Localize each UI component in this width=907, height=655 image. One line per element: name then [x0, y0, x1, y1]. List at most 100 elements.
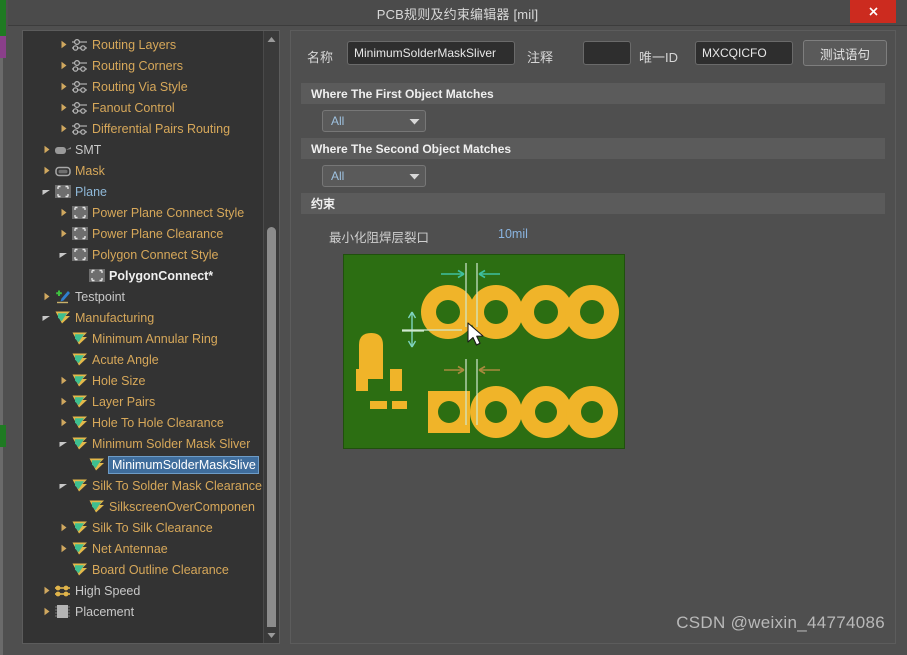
tree-scrollbar-thumb[interactable] — [267, 227, 276, 637]
chevron-right-icon[interactable] — [40, 586, 53, 595]
comment-input[interactable] — [583, 41, 631, 65]
chevron-right-icon[interactable] — [57, 523, 70, 532]
tree-item-hole-size[interactable]: Hole Size — [23, 370, 263, 391]
unique-id-input[interactable]: MXCQICFO — [695, 41, 793, 65]
tree-item-silk-to-solder-mask-clearance[interactable]: Silk To Solder Mask Clearance — [23, 475, 263, 496]
tree-item-routing-layers[interactable]: Routing Layers — [23, 34, 263, 55]
chevron-right-icon[interactable] — [57, 208, 70, 217]
tree-item-power-plane-clearance[interactable]: Power Plane Clearance — [23, 223, 263, 244]
tree-item-minimum-solder-mask-sliver[interactable]: Minimum Solder Mask Sliver — [23, 433, 263, 454]
tree-item-smt[interactable]: SMT — [23, 139, 263, 160]
tree-item-silk-to-silk-clearance[interactable]: Silk To Silk Clearance — [23, 517, 263, 538]
tree-item-high-speed[interactable]: High Speed — [23, 580, 263, 601]
tree-item-hole-to-hole-clearance[interactable]: Hole To Hole Clearance — [23, 412, 263, 433]
tree-item-label: Polygon Connect Style — [92, 247, 219, 262]
chevron-right-icon[interactable] — [57, 61, 70, 70]
tree-item-board-outline-clearance[interactable]: Board Outline Clearance — [23, 559, 263, 580]
flag-icon — [72, 437, 87, 450]
routing-icon — [72, 122, 87, 135]
tree-item-layer-pairs[interactable]: Layer Pairs — [23, 391, 263, 412]
chevron-right-icon[interactable] — [57, 124, 70, 133]
chevron-down-icon — [59, 252, 67, 258]
plane-icon — [70, 246, 90, 263]
chevron-right-icon[interactable] — [40, 292, 53, 301]
routing-icon — [72, 80, 87, 93]
rules-tree[interactable]: Routing Layers Routing Corners Routing Via… — [23, 31, 263, 622]
tree-scrollbar[interactable] — [263, 31, 279, 643]
chevron-down-icon — [59, 441, 67, 447]
tree-item-power-plane-connect-style[interactable]: Power Plane Connect Style — [23, 202, 263, 223]
tree-item-routing-corners[interactable]: Routing Corners — [23, 55, 263, 76]
chevron-right-icon[interactable] — [57, 376, 70, 385]
tree-item-label: Differential Pairs Routing — [92, 121, 231, 136]
chevron-right-icon[interactable] — [57, 40, 70, 49]
tree-item-acute-angle[interactable]: Acute Angle — [23, 349, 263, 370]
tree-item-differential-pairs-routing[interactable]: Differential Pairs Routing — [23, 118, 263, 139]
routing-icon — [70, 78, 90, 95]
chevron-right-icon[interactable] — [40, 166, 53, 175]
tree-item-label: Board Outline Clearance — [92, 562, 229, 577]
tree-item-routing-via-style[interactable]: Routing Via Style — [23, 76, 263, 97]
flag-icon — [89, 458, 104, 471]
tree-item-label: Power Plane Clearance — [92, 226, 224, 241]
rules-tree-panel: Routing Layers Routing Corners Routing Via… — [22, 30, 280, 644]
chevron-right-icon — [44, 292, 49, 301]
mask-icon — [53, 162, 73, 179]
chevron-right-icon[interactable] — [40, 145, 53, 154]
tree-item-label: Silk To Silk Clearance — [92, 520, 213, 535]
tree-item-label: Mask — [75, 163, 105, 178]
chevron-right-icon[interactable] — [57, 418, 70, 427]
chevron-right-icon[interactable] — [57, 82, 70, 91]
tree-item-label: Net Antennae — [92, 541, 168, 556]
chevron-down-icon — [59, 483, 67, 489]
tree-item-polygon-connect-style[interactable]: Polygon Connect Style — [23, 244, 263, 265]
chevron-right-icon — [61, 40, 66, 49]
flag-icon — [70, 561, 90, 578]
name-input[interactable]: MinimumSolderMaskSliver — [347, 41, 515, 65]
second-object-scope-dropdown[interactable]: All — [322, 165, 426, 187]
tree-item-label: High Speed — [75, 583, 141, 598]
chevron-down-icon[interactable] — [57, 440, 70, 448]
chevron-down-icon[interactable] — [57, 482, 70, 490]
title-bar[interactable]: PCB规则及约束编辑器 [mil] — [8, 0, 907, 26]
tree-item-fanout-control[interactable]: Fanout Control — [23, 97, 263, 118]
tree-item-label: SilkscreenOverComponen — [109, 499, 255, 514]
scroll-down-button[interactable] — [264, 627, 279, 643]
tree-item-minimumsoldermaskslive[interactable]: MinimumSolderMaskSlive — [23, 454, 263, 475]
tree-item-placement[interactable]: Placement — [23, 601, 263, 622]
test-query-button[interactable]: 测试语句 — [803, 40, 887, 66]
flag-icon — [72, 416, 87, 429]
chevron-down-icon[interactable] — [40, 188, 53, 196]
tree-item-label: Hole Size — [92, 373, 146, 388]
scroll-up-button[interactable] — [264, 31, 279, 47]
flag-icon — [70, 414, 90, 431]
close-button[interactable] — [850, 0, 896, 23]
chevron-down-icon[interactable] — [57, 251, 70, 259]
pcb-solder-mask-sliver-diagram — [343, 254, 625, 449]
tree-item-plane[interactable]: Plane — [23, 181, 263, 202]
tree-item-testpoint[interactable]: Testpoint — [23, 286, 263, 307]
flag-icon — [72, 332, 87, 345]
chevron-right-icon[interactable] — [40, 607, 53, 616]
routing-icon — [72, 38, 87, 51]
chevron-down-icon — [407, 118, 421, 125]
chevron-down-icon[interactable] — [40, 314, 53, 322]
tree-item-net-antennae[interactable]: Net Antennae — [23, 538, 263, 559]
tree-item-minimum-annular-ring[interactable]: Minimum Annular Ring — [23, 328, 263, 349]
tree-item-label: Minimum Solder Mask Sliver — [92, 436, 251, 451]
tree-item-manufacturing[interactable]: Manufacturing — [23, 307, 263, 328]
chevron-right-icon[interactable] — [57, 397, 70, 406]
testpoint-icon — [53, 288, 73, 305]
constraint-value[interactable]: 10mil — [498, 227, 528, 241]
tree-item-mask[interactable]: Mask — [23, 160, 263, 181]
chevron-right-icon — [61, 124, 66, 133]
chevron-right-icon[interactable] — [57, 229, 70, 238]
tree-item-silkscreenovercomponen[interactable]: SilkscreenOverComponen — [23, 496, 263, 517]
first-object-scope-dropdown[interactable]: All — [322, 110, 426, 132]
chevron-right-icon[interactable] — [57, 103, 70, 112]
tree-item-polygonconnect[interactable]: PolygonConnect* — [23, 265, 263, 286]
plane-icon — [72, 248, 88, 261]
flag-icon — [70, 393, 90, 410]
chevron-right-icon[interactable] — [57, 544, 70, 553]
rule-editor-pane: 名称 MinimumSolderMaskSliver 注释 唯一ID MXCQI… — [290, 30, 896, 644]
